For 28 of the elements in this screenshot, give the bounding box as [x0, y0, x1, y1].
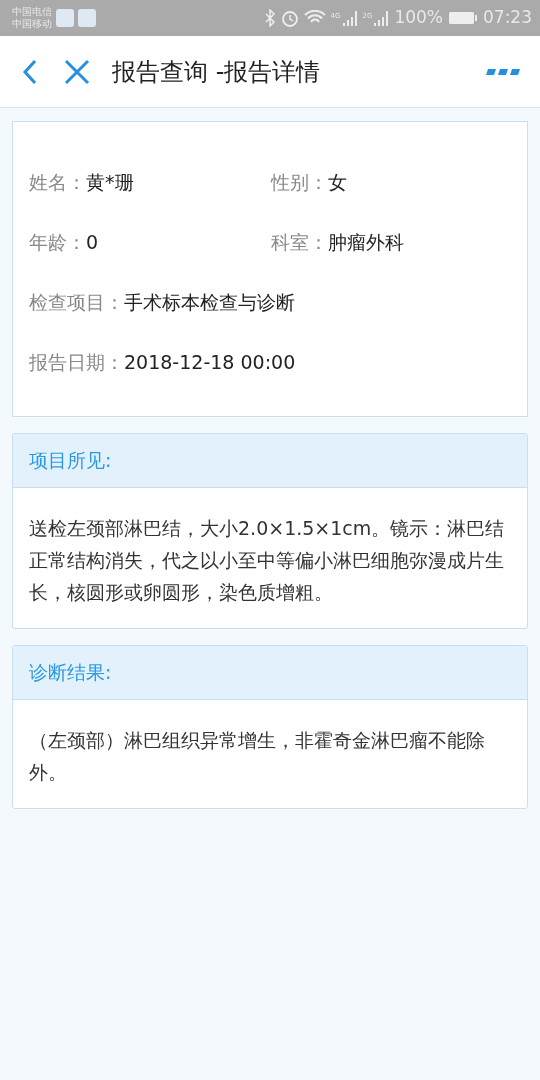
section-text: （左颈部）淋巴组织异常增生，非霍奇金淋巴瘤不能除外。 [29, 728, 486, 785]
field-label: 年龄： [29, 229, 86, 255]
section-title: 诊断结果: [13, 646, 527, 700]
bluetooth-icon [263, 9, 276, 27]
signal-icon [341, 10, 358, 26]
field-value: 肿瘤外科 [328, 229, 404, 255]
field-value: 黄*珊 [86, 169, 134, 195]
signal-icon [373, 10, 390, 26]
battery-percentage: 100% [394, 6, 443, 30]
field-label: 报告日期： [29, 349, 124, 375]
field-value: 手术标本检查与诊断 [124, 289, 295, 315]
section-title: 项目所见: [13, 434, 527, 488]
field-label: 检查项目： [29, 289, 124, 315]
clock: 07:23 [483, 6, 532, 30]
field-value: 0 [86, 229, 99, 255]
field-value: 2018-12-18 00:00 [124, 349, 296, 375]
page-title: 报告查询 -报告详情 [112, 56, 321, 88]
field-value: 女 [328, 169, 347, 195]
close-icon[interactable] [64, 58, 90, 85]
field-label: 性别： [271, 169, 328, 195]
app-icon [56, 9, 74, 27]
battery-icon [448, 10, 478, 26]
field-label: 科室： [271, 229, 328, 255]
section-text: 送检左颈部淋巴结，大小2.0×1.5×1cm。镜示：淋巴结正常结构消失，代之以小至中等偏小淋巴细胞弥漫成片生长，核圆形或卵圆形，染色质增粗。 [29, 516, 506, 605]
field-label: 姓名： [29, 169, 86, 195]
alarm-icon [280, 9, 299, 27]
app-icon [78, 9, 96, 27]
more-icon[interactable] [486, 67, 520, 76]
